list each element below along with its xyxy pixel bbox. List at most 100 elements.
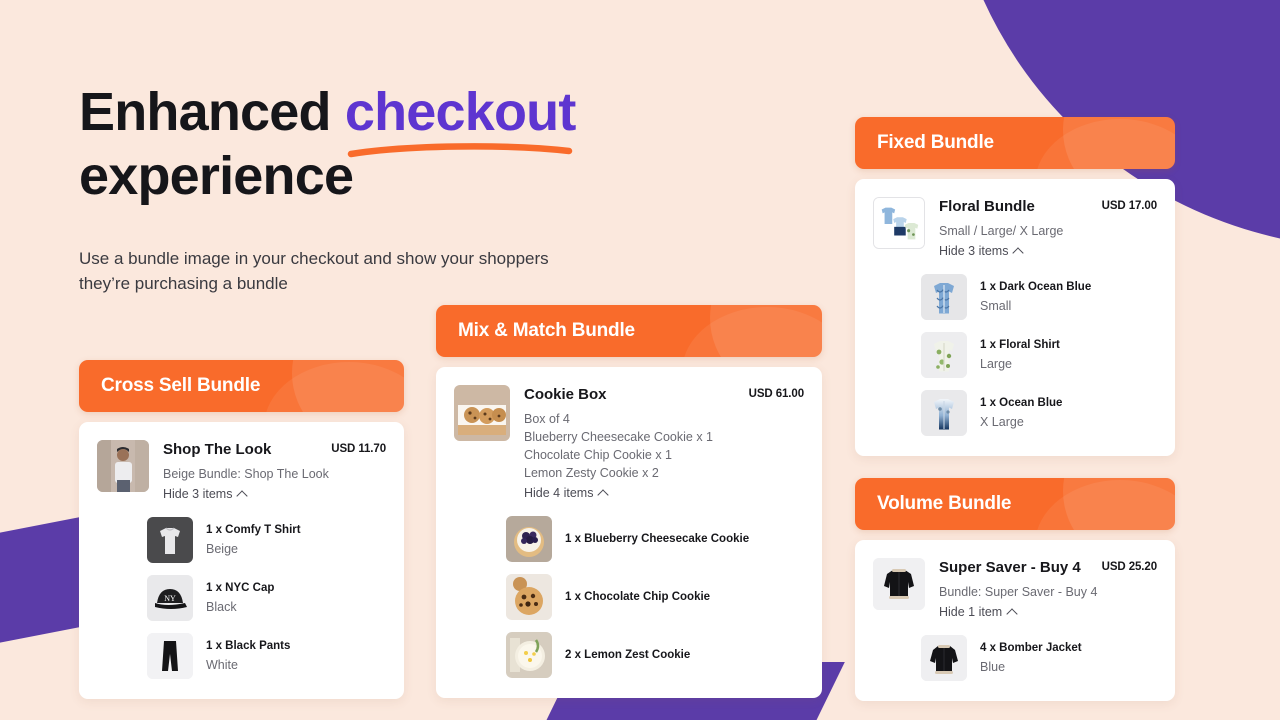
list-item-title: 1 x Dark Ocean Blue <box>980 281 1092 293</box>
header-swoosh-decoration-secondary <box>264 362 404 412</box>
list-item-text: 1 x Ocean Blue X Large <box>980 395 1062 431</box>
header-swoosh-decoration-secondary <box>1035 480 1175 530</box>
ocean-blue-shirt-thumbnail <box>921 390 967 436</box>
bundle-body-mix-match: Cookie Box USD 61.00 Box of 4 Blueberry … <box>436 367 822 698</box>
list-item-text: 1 x Blueberry Cheesecake Cookie <box>565 531 749 547</box>
pants-thumbnail <box>147 633 193 679</box>
product-title-row: Shop The Look USD 11.70 <box>163 440 386 460</box>
list-item-title: 1 x Comfy T Shirt <box>206 524 301 536</box>
bundle-card-mix-match: Mix & Match Bundle Cookie Box USD 61.00 … <box>436 305 822 698</box>
list-item-title: 1 x Chocolate Chip Cookie <box>565 591 711 603</box>
chevron-up-icon <box>1012 246 1025 259</box>
chevron-up-icon <box>1006 607 1018 620</box>
bundle-card-volume: Volume Bundle Super Saver - Buy 4 USD 25… <box>855 478 1175 701</box>
product-name: Cookie Box <box>524 386 607 403</box>
page-title-part-one: Enhanced <box>79 82 345 142</box>
list-item: 2 x Lemon Zest Cookie <box>506 632 804 678</box>
list-item: 1 x Ocean Blue X Large <box>921 390 1157 436</box>
product-title-row: Cookie Box USD 61.00 <box>524 385 804 405</box>
list-item-text: 1 x Floral Shirt Large <box>980 337 1060 373</box>
toggle-items-button[interactable]: Hide 3 items <box>939 244 1025 259</box>
bundle-body-cross-sell: Shop The Look USD 11.70 Beige Bundle: Sh… <box>79 422 404 699</box>
product-variant-lines: Box of 4 Blueberry Cheesecake Cookie x 1… <box>524 410 804 482</box>
bundle-header-label: Fixed Bundle <box>877 132 994 153</box>
bundle-main-row: Floral Bundle USD 17.00 Small / Large/ X… <box>873 197 1157 260</box>
header-swoosh-decoration-secondary <box>1035 119 1175 169</box>
list-item-text: 1 x Black Pants White <box>206 638 290 674</box>
list-item-variant: Black <box>206 600 237 614</box>
bundle-main-info: Floral Bundle USD 17.00 Small / Large/ X… <box>939 197 1157 260</box>
model-photo-thumbnail <box>97 440 149 492</box>
cap-thumbnail: NY <box>147 575 193 621</box>
chocolate-chip-cookie-thumbnail <box>506 574 552 620</box>
bundle-sub-item-list: 1 x Blueberry Cheesecake Cookie 1 x Choc… <box>454 516 804 678</box>
floral-shirt-thumbnail <box>921 332 967 378</box>
variant-line: Blueberry Cheesecake Cookie x 1 <box>524 430 713 444</box>
page-title-part-two: experience <box>79 146 354 206</box>
list-item-text: 2 x Lemon Zest Cookie <box>565 647 690 663</box>
underline-swoosh-icon <box>347 143 573 158</box>
list-item-title: 1 x Blueberry Cheesecake Cookie <box>565 533 750 545</box>
list-item-text: 4 x Bomber Jacket Blue <box>980 640 1082 676</box>
bundle-card-cross-sell: Cross Sell Bundle Shop The Look USD 11.7… <box>79 360 404 699</box>
blueberry-cookie-thumbnail <box>506 516 552 562</box>
header-swoosh-decoration-secondary <box>682 307 822 357</box>
page-title-accent-wrap: checkout <box>345 80 576 158</box>
list-item-title: 4 x Bomber Jacket <box>980 642 1082 654</box>
toggle-items-button[interactable]: Hide 3 items <box>163 487 249 502</box>
list-item-variant: Blue <box>980 660 1006 674</box>
bundle-header-fixed: Fixed Bundle <box>855 117 1175 169</box>
bundle-header-label: Mix & Match Bundle <box>458 320 635 341</box>
bundle-main-info: Super Saver - Buy 4 USD 25.20 Bundle: Su… <box>939 558 1157 621</box>
bundle-main-row: Cookie Box USD 61.00 Box of 4 Blueberry … <box>454 385 804 502</box>
bomber-jacket-thumbnail <box>921 635 967 681</box>
product-title-row: Super Saver - Buy 4 USD 25.20 <box>939 558 1157 578</box>
list-item-text: 1 x Chocolate Chip Cookie <box>565 589 710 605</box>
product-variant: Beige Bundle: Shop The Look <box>163 467 329 481</box>
product-variant: Small / Large/ X Large <box>939 224 1064 238</box>
list-item-variant: White <box>206 658 238 672</box>
list-item-title: 2 x Lemon Zest Cookie <box>565 649 691 661</box>
list-item-text: 1 x NYC Cap Black <box>206 580 274 616</box>
bundle-main-row: Shop The Look USD 11.70 Beige Bundle: Sh… <box>97 440 386 503</box>
bundle-main-info: Shop The Look USD 11.70 Beige Bundle: Sh… <box>163 440 386 503</box>
list-item-text: 1 x Dark Ocean Blue Small <box>980 279 1091 315</box>
list-item-title: 1 x NYC Cap <box>206 582 275 594</box>
chevron-up-icon <box>597 488 610 501</box>
list-item-variant: Beige <box>206 542 238 556</box>
product-name: Floral Bundle <box>939 198 1035 215</box>
product-variant: Bundle: Super Saver - Buy 4 <box>939 585 1098 599</box>
blue-shirt-thumbnail <box>921 274 967 320</box>
toggle-items-button[interactable]: Hide 1 item <box>939 605 1018 620</box>
list-item-title: 1 x Ocean Blue <box>980 397 1063 409</box>
list-item: NY 1 x NYC Cap Black <box>147 575 386 621</box>
product-title-row: Floral Bundle USD 17.00 <box>939 197 1157 217</box>
list-item-text: 1 x Comfy T Shirt Beige <box>206 522 301 558</box>
bundle-header-mix-match: Mix & Match Bundle <box>436 305 822 357</box>
bundle-main-info: Cookie Box USD 61.00 Box of 4 Blueberry … <box>524 385 804 502</box>
t-shirt-thumbnail <box>147 517 193 563</box>
list-item-title: 1 x Floral Shirt <box>980 339 1060 351</box>
toggle-items-button[interactable]: Hide 4 items <box>524 486 610 501</box>
three-shirts-thumbnail <box>873 197 925 249</box>
bundle-body-fixed: Floral Bundle USD 17.00 Small / Large/ X… <box>855 179 1175 456</box>
toggle-items-label: Hide 3 items <box>163 487 233 501</box>
product-name: Super Saver - Buy 4 <box>939 559 1081 576</box>
bundle-header-label: Cross Sell Bundle <box>101 375 261 396</box>
lemon-cookie-thumbnail <box>506 632 552 678</box>
bomber-jacket-thumbnail <box>873 558 925 610</box>
bundle-sub-item-list: 4 x Bomber Jacket Blue <box>873 635 1157 681</box>
product-price: USD 17.00 <box>1101 200 1157 212</box>
list-item-variant: X Large <box>980 415 1024 429</box>
bundle-header-cross-sell: Cross Sell Bundle <box>79 360 404 412</box>
hero-section: Enhanced checkout experience Use a bundl… <box>79 80 639 296</box>
product-price: USD 25.20 <box>1101 561 1157 573</box>
cookie-box-thumbnail <box>454 385 510 441</box>
product-name: Shop The Look <box>163 441 272 458</box>
bundle-header-volume: Volume Bundle <box>855 478 1175 530</box>
chevron-up-icon <box>236 489 249 502</box>
list-item: 1 x Dark Ocean Blue Small <box>921 274 1157 320</box>
list-item: 1 x Chocolate Chip Cookie <box>506 574 804 620</box>
list-item: 4 x Bomber Jacket Blue <box>921 635 1157 681</box>
toggle-items-label: Hide 1 item <box>939 605 1003 619</box>
